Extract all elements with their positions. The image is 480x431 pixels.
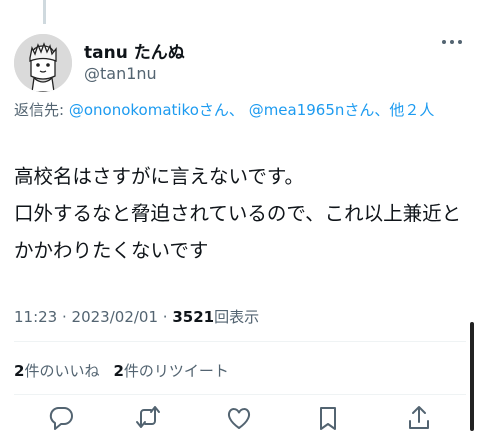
avatar-drawing	[14, 34, 72, 92]
reply-user-link[interactable]: @mea1965n	[249, 101, 345, 119]
reply-user-link[interactable]: @ononokomatiko	[69, 101, 199, 119]
likes-stat[interactable]: 2件のいいね	[14, 362, 99, 380]
engagement-stats: 2件のいいね 2件のリツイート	[14, 360, 229, 381]
action-bar	[0, 403, 480, 431]
reply-icon[interactable]	[47, 403, 75, 431]
more-icon[interactable]	[442, 40, 462, 44]
likes-label: 件のいいね	[24, 362, 100, 380]
retweets-label: 件のリツイート	[123, 362, 229, 380]
retweets-stat[interactable]: 2件のリツイート	[113, 362, 228, 380]
reply-to-label: 返信先:	[14, 101, 69, 119]
tweet-time[interactable]: 11:23	[14, 308, 57, 326]
views-label: 回表示	[214, 308, 260, 326]
reply-san-suffix: さん、	[198, 101, 244, 119]
views-count: 3521	[172, 308, 215, 326]
scrollbar[interactable]	[470, 322, 474, 431]
share-icon[interactable]	[405, 403, 433, 431]
reply-san-suffix: さん、	[344, 101, 390, 119]
avatar[interactable]	[14, 34, 72, 92]
likes-count: 2	[14, 362, 25, 380]
tweet-date[interactable]: 2023/02/01	[72, 308, 158, 326]
thread-connector-line	[43, 0, 46, 24]
bookmark-icon[interactable]	[314, 403, 342, 431]
tweet-meta: 11:23 · 2023/02/01 · 3521回表示	[14, 308, 260, 326]
divider	[14, 341, 466, 342]
author-name[interactable]: tanu たんぬ	[84, 38, 185, 63]
reply-others-link[interactable]: 他２人	[389, 101, 434, 119]
author-handle[interactable]: @tan1nu	[84, 64, 157, 83]
tweet-text: 高校名はさすがに言えないです。 口外するなと脅迫されているので、これ以上兼近とか…	[14, 165, 462, 262]
retweets-count: 2	[113, 362, 124, 380]
divider	[14, 394, 466, 395]
like-icon[interactable]	[225, 403, 253, 431]
retweet-icon[interactable]	[134, 403, 162, 431]
reply-to-line: 返信先: @ononokomatikoさん、 @mea1965nさん、他２人	[14, 99, 454, 121]
